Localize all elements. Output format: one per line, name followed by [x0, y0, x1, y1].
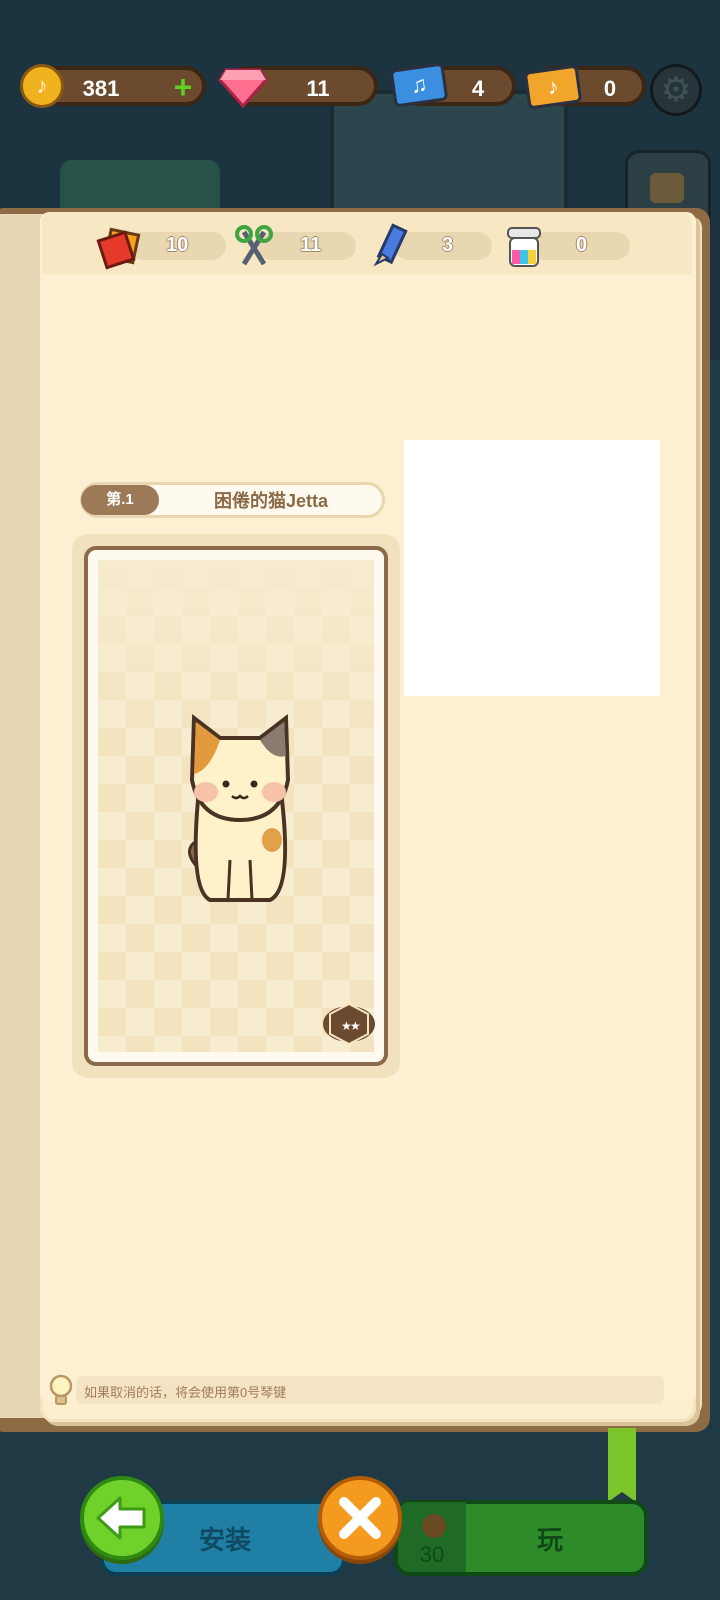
paint-jar-icon [507, 227, 541, 267]
gold-ticket-icon: ♪ [523, 64, 583, 110]
level-number-badge: 第.1 [81, 485, 159, 515]
play-cost-coin-icon [422, 1514, 446, 1538]
lightbulb-icon [49, 1374, 73, 1405]
music-ticket-icon: ♫ [389, 62, 449, 108]
music-ticket-value: 4 [471, 76, 485, 101]
gold-ticket-value: 0 [603, 76, 617, 101]
settings-gear-button[interactable]: ⚙ [650, 64, 702, 116]
svg-text:★: ★ [350, 1019, 361, 1033]
gem-value: 11 [306, 76, 330, 101]
scissors-value: 11 [300, 234, 322, 256]
pencil-value: 3 [442, 234, 454, 256]
level-title: 困倦的猫Jetta [213, 491, 329, 511]
red-paper-value: 10 [166, 234, 189, 256]
red-paper-icon [96, 227, 141, 270]
green-bookmark[interactable] [608, 1428, 636, 1502]
paint-value: 0 [576, 234, 588, 256]
gem-icon [218, 68, 268, 108]
add-coins-button[interactable]: + [170, 71, 196, 103]
star-rating-badge: ★ ★ [323, 1002, 375, 1046]
play-button-label: 玩 [536, 1525, 563, 1555]
cat-icon [188, 714, 291, 902]
close-x-icon [339, 1497, 381, 1539]
play-cost-value: 30 [419, 1542, 445, 1567]
pencil-icon [373, 223, 408, 267]
close-button[interactable] [318, 1476, 402, 1560]
music-coin-icon: ♪ [20, 64, 64, 108]
back-arrow-icon [96, 1496, 146, 1540]
hint-text: 如果取消的话，将会使用第0号琴键 [84, 1385, 287, 1400]
scissors-icon [235, 225, 273, 266]
preview-panel [404, 440, 660, 696]
back-button[interactable] [80, 1476, 164, 1560]
